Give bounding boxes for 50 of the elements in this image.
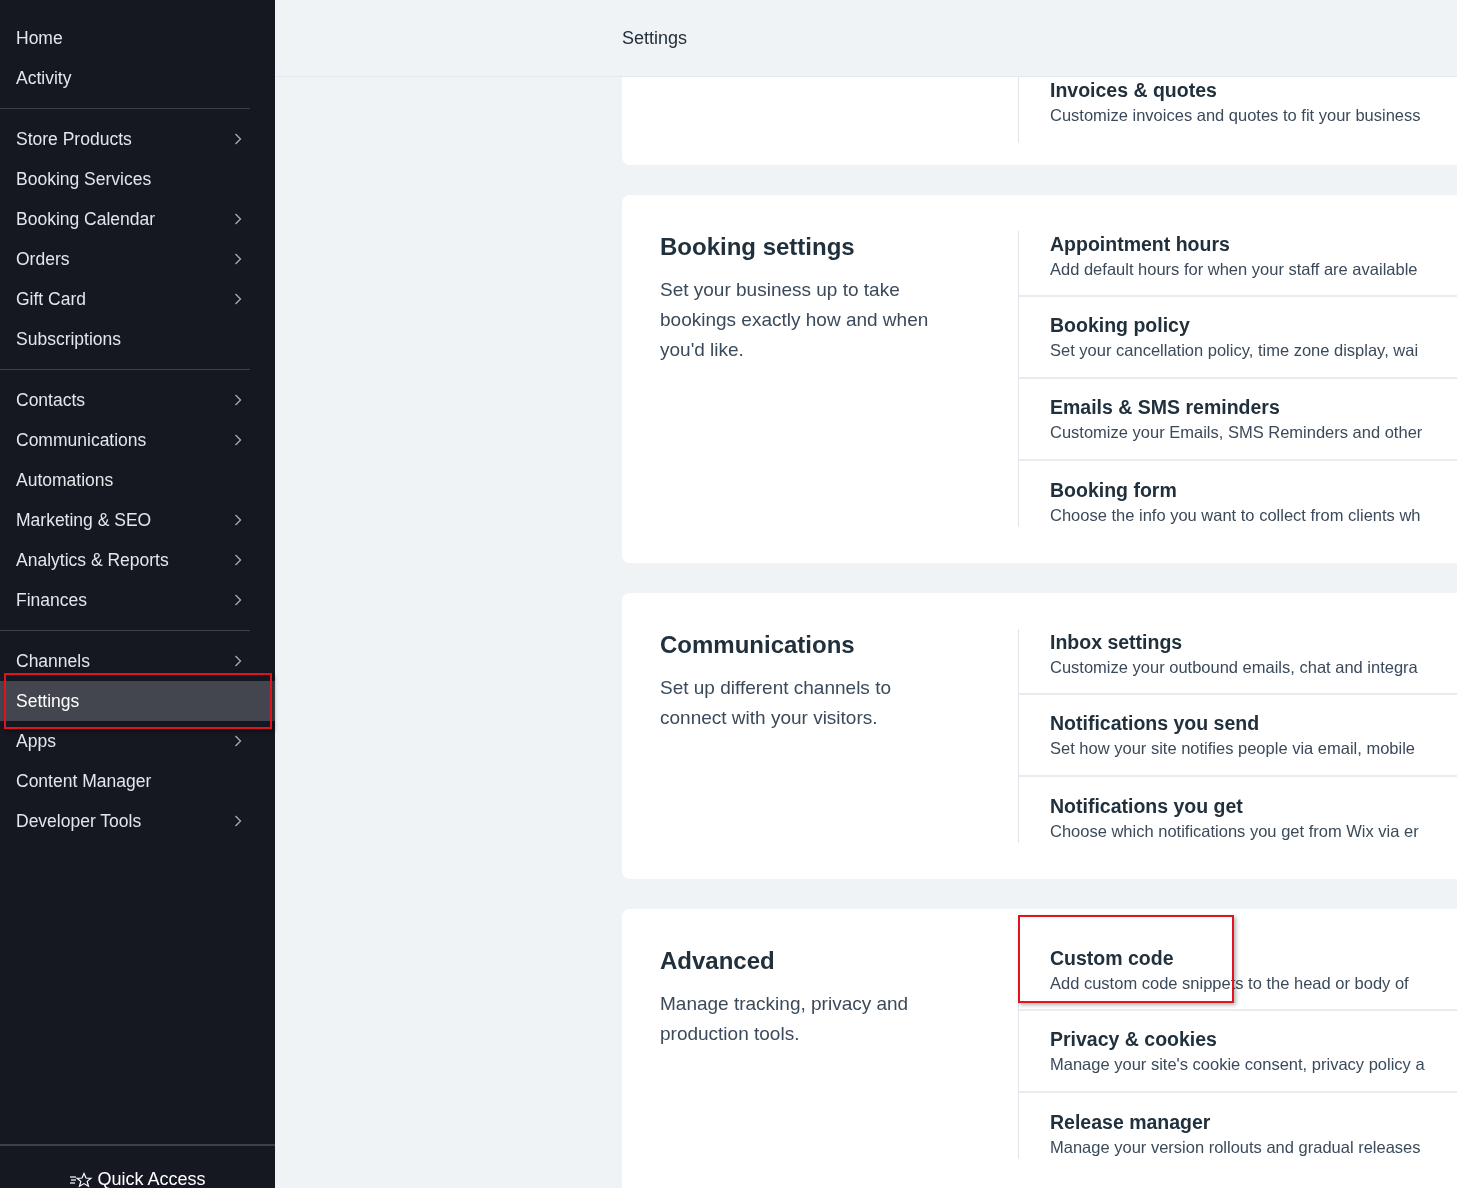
sidebar-item[interactable]: Gift Card — [0, 279, 275, 319]
chevron-right-icon — [234, 293, 242, 305]
chevron-right-icon — [234, 655, 242, 667]
sidebar-item[interactable]: Booking Services — [0, 159, 275, 199]
settings-link[interactable]: Invoices & quotes Customize invoices and quotes to fit your business — [1019, 77, 1457, 143]
settings-link[interactable]: Appointment hours Add default hours for when your staff are available — [1019, 231, 1457, 297]
star-icon — [69, 1171, 94, 1188]
sidebar-item[interactable]: Communications — [0, 420, 275, 460]
chevron-right-icon — [234, 213, 242, 225]
settings-link[interactable]: Notifications you get Choose which notifications you get from Wix via er — [1019, 777, 1457, 843]
page-title: Settings — [622, 27, 688, 49]
sidebar-item[interactable]: Contacts — [0, 380, 275, 420]
sidebar-item[interactable]: Booking Calendar — [0, 199, 275, 239]
sidebar-item[interactable]: Apps — [0, 721, 275, 761]
card-title: Advanced — [660, 947, 776, 975]
settings-link[interactable]: Notifications you send Set how your site notifies people via email, mobile — [1019, 695, 1457, 777]
card-description: Set your business up to take bookings exactly how and when you'd like. — [660, 278, 930, 362]
chevron-right-icon — [234, 554, 242, 566]
sidebar-item[interactable]: Marketing & SEO — [0, 500, 275, 540]
card-title: Communications — [660, 631, 856, 659]
sidebar-item[interactable]: Channels — [0, 641, 275, 681]
sidebar-item[interactable]: Home — [0, 18, 275, 58]
sidebar-item[interactable]: Subscriptions — [0, 319, 275, 359]
sidebar-item[interactable]: Settings — [0, 681, 275, 721]
settings-link[interactable]: Release manager Manage your version rollouts and gradual releases — [1019, 1093, 1457, 1159]
settings-link[interactable]: Booking form Choose the info you want to collect from clients wh — [1019, 461, 1457, 527]
settings-link[interactable]: Privacy & cookies Manage your site's cookie consent, privacy policy a — [1019, 1011, 1457, 1093]
sidebar-item[interactable]: Orders — [0, 239, 275, 279]
sidebar-item[interactable]: Activity — [0, 58, 275, 98]
card-title: Booking settings — [660, 233, 856, 261]
sidebar-item[interactable]: Automations — [0, 460, 275, 500]
chevron-right-icon — [234, 514, 242, 526]
chevron-right-icon — [234, 253, 242, 265]
settings-link[interactable]: Inbox settings Customize your outbound emails, chat and integra — [1019, 629, 1457, 695]
quick-access-button[interactable]: Quick Access — [69, 1169, 206, 1188]
chevron-right-icon — [234, 434, 242, 446]
card-description: Manage tracking, privacy and production tools. — [660, 992, 910, 1046]
chevron-right-icon — [234, 394, 242, 406]
chevron-right-icon — [234, 133, 242, 145]
chevron-right-icon — [234, 735, 242, 747]
settings-link[interactable]: Booking policy Set your cancellation policy, time zone display, wai — [1019, 297, 1457, 379]
sidebar-item[interactable]: Analytics & Reports — [0, 540, 275, 580]
sidebar-item[interactable]: Content Manager — [0, 761, 275, 801]
card-description: Set up different channels to connect with your visitors. — [660, 676, 892, 730]
sidebar-item[interactable]: Store Products — [0, 119, 275, 159]
chevron-right-icon — [234, 815, 242, 827]
sidebar-item[interactable]: Developer Tools — [0, 801, 275, 841]
chevron-right-icon — [234, 594, 242, 606]
settings-link[interactable]: Emails & SMS reminders Customize your Emails, SMS Reminders and other — [1019, 379, 1457, 461]
sidebar-item[interactable]: Finances — [0, 580, 275, 620]
